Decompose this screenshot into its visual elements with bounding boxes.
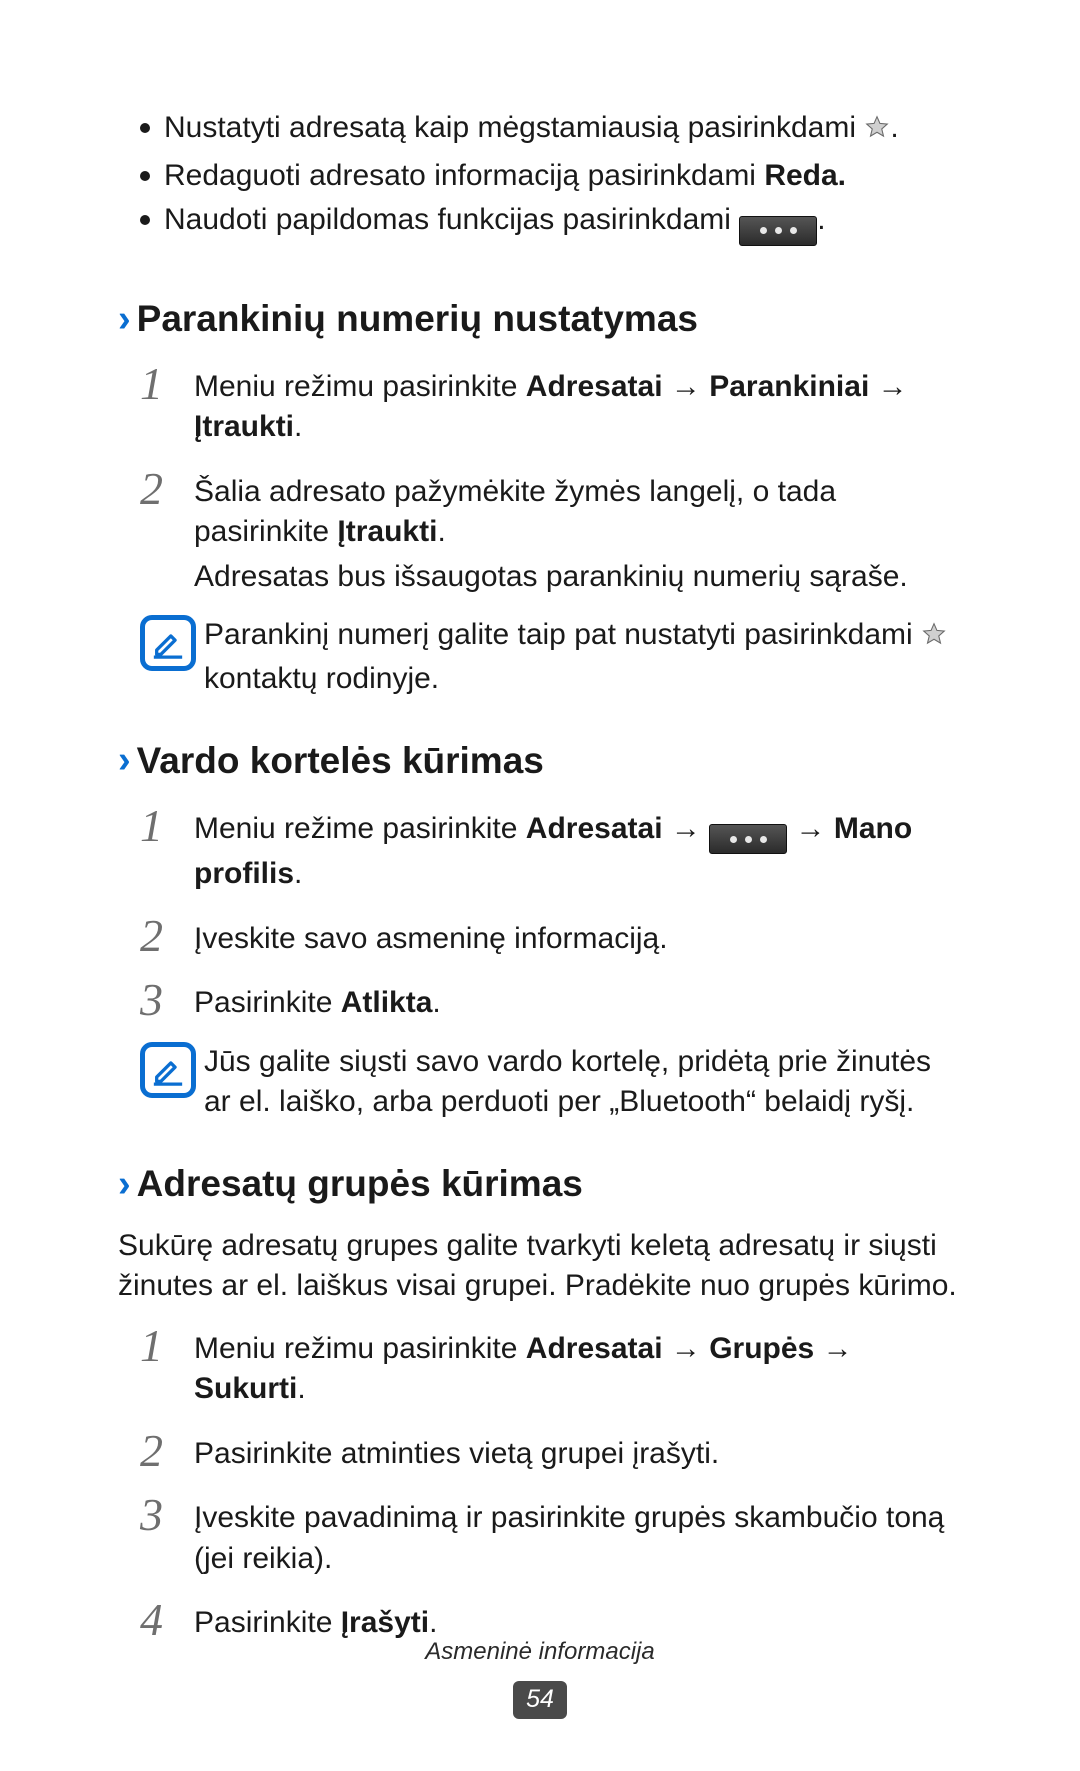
chevron-right-icon: › bbox=[118, 735, 131, 786]
step-number: 2 bbox=[140, 913, 194, 959]
step-number: 1 bbox=[140, 361, 194, 407]
section-heading: ›Adresatų grupės kūrimas bbox=[118, 1159, 962, 1210]
more-options-icon bbox=[739, 216, 817, 246]
step-number: 1 bbox=[140, 1323, 194, 1369]
step-number: 2 bbox=[140, 466, 194, 512]
step-item: 1Meniu režime pasirinkite Adresatai → → … bbox=[140, 803, 962, 899]
note-icon bbox=[140, 1042, 196, 1098]
step-number: 1 bbox=[140, 803, 194, 849]
page-footer: Asmeninė informacija 54 bbox=[0, 1636, 1080, 1719]
note-block: Jūs galite siųsti savo vardo kortelę, pr… bbox=[140, 1042, 962, 1123]
steps-list: 1Meniu režimu pasirinkite Adresatai → Pa… bbox=[140, 361, 962, 602]
star-icon bbox=[921, 618, 947, 659]
steps-list: 1Meniu režimu pasirinkite Adresatai → Gr… bbox=[140, 1323, 962, 1648]
note-block: Parankinį numerį galite taip pat nustaty… bbox=[140, 615, 962, 699]
chevron-right-icon: › bbox=[118, 1159, 131, 1210]
step-item: 1Meniu režimu pasirinkite Adresatai → Gr… bbox=[140, 1323, 962, 1414]
star-icon bbox=[864, 111, 890, 152]
steps-list: 1Meniu režime pasirinkite Adresatai → → … bbox=[140, 803, 962, 1028]
note-icon bbox=[140, 615, 196, 671]
section-heading: ›Vardo kortelės kūrimas bbox=[118, 735, 962, 786]
page-number: 54 bbox=[513, 1681, 567, 1719]
intro-bullet: Redaguoti adresato informaciją pasirinkd… bbox=[140, 156, 962, 197]
step-item: 3Įveskite pavadinimą ir pasirinkite grup… bbox=[140, 1492, 962, 1583]
intro-bullet: Nustatyti adresatą kaip mėgstamiausią pa… bbox=[140, 108, 962, 152]
intro-bullet: Naudoti papildomas funkcijas pasirinkdam… bbox=[140, 200, 962, 246]
chevron-right-icon: › bbox=[118, 294, 131, 345]
step-number: 3 bbox=[140, 977, 194, 1023]
step-item: 1Meniu režimu pasirinkite Adresatai → Pa… bbox=[140, 361, 962, 452]
step-item: 3Pasirinkite Atlikta. bbox=[140, 977, 962, 1028]
section-heading: ›Parankinių numerių nustatymas bbox=[118, 294, 962, 345]
step-item: 2Šalia adresato pažymėkite žymės langelį… bbox=[140, 466, 962, 602]
step-item: 2Pasirinkite atminties vietą grupei įraš… bbox=[140, 1428, 962, 1479]
step-item: 2Įveskite savo asmeninę informaciją. bbox=[140, 913, 962, 964]
step-number: 2 bbox=[140, 1428, 194, 1474]
step-number: 3 bbox=[140, 1492, 194, 1538]
intro-bullet-list: Nustatyti adresatą kaip mėgstamiausią pa… bbox=[140, 108, 962, 246]
section-intro: Sukūrę adresatų grupes galite tvarkyti k… bbox=[118, 1226, 962, 1307]
more-options-icon bbox=[709, 824, 787, 854]
footer-title: Asmeninė informacija bbox=[0, 1636, 1080, 1668]
